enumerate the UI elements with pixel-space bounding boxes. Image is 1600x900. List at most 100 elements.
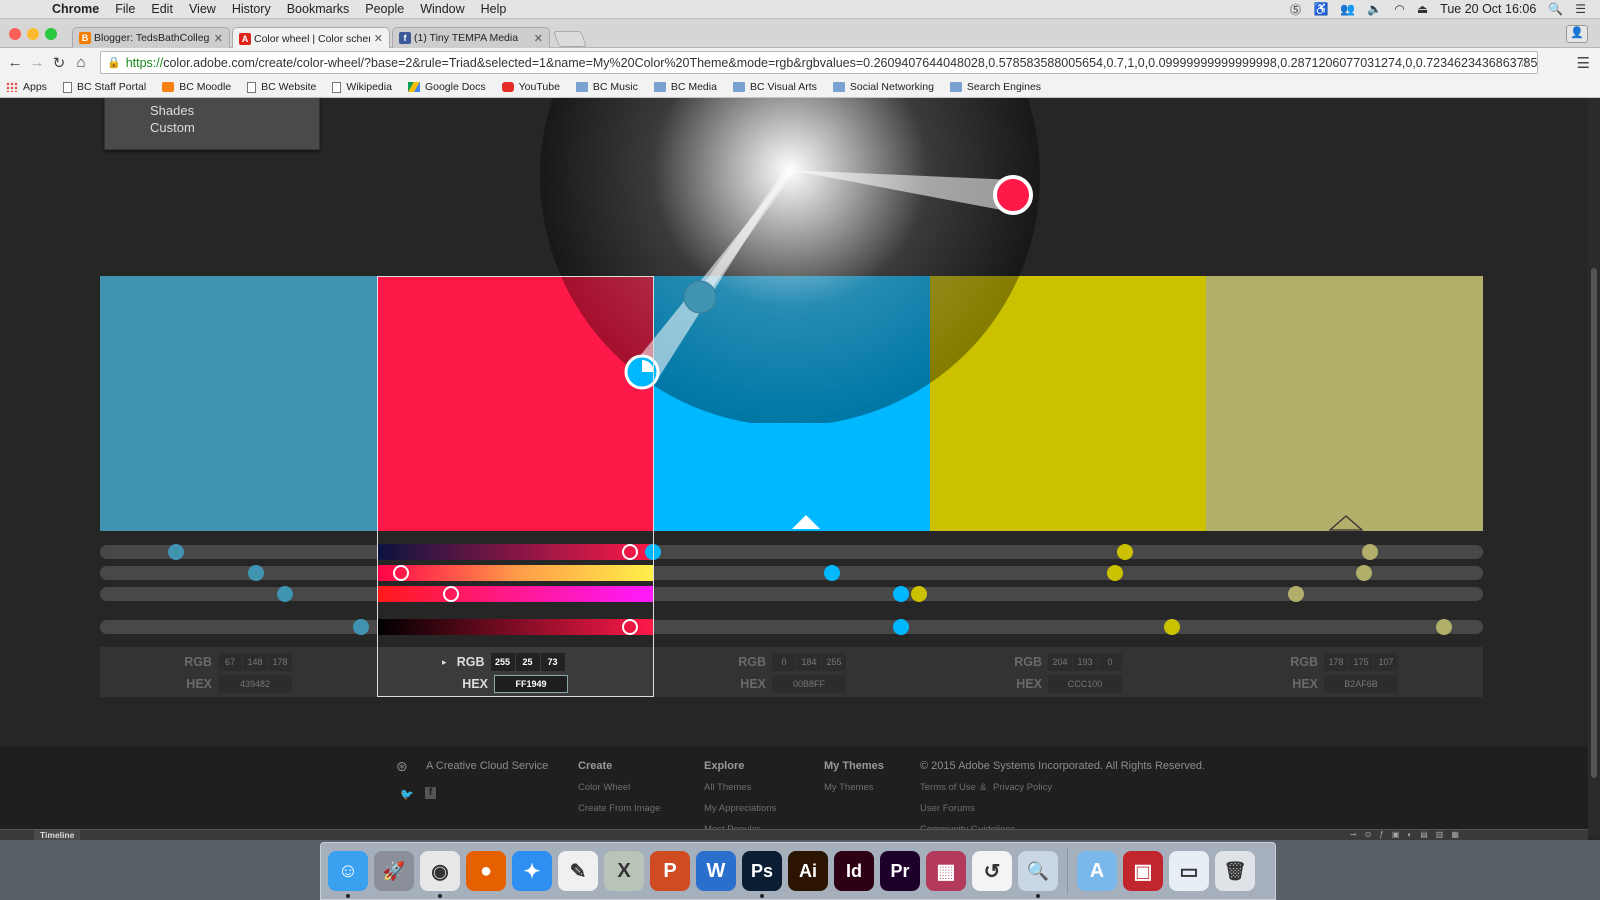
bookmark-apps[interactable]: Apps xyxy=(6,81,47,93)
selected-slider-gradient-3[interactable] xyxy=(378,586,653,602)
safari-icon[interactable]: ✦ xyxy=(512,851,552,891)
menu-window[interactable]: Window xyxy=(412,2,472,16)
rgb-value-input[interactable]: 255 xyxy=(490,653,515,671)
status-icon-1[interactable]: ⓹ xyxy=(1289,1,1301,18)
rgb-value-input[interactable]: 107 xyxy=(1374,653,1398,671)
back-icon[interactable]: ← xyxy=(4,54,26,71)
footer-link-my-themes[interactable]: My Themes xyxy=(824,782,873,793)
rule-option-custom[interactable]: Custom xyxy=(150,119,319,136)
menu-app-name[interactable]: Chrome xyxy=(44,2,107,16)
expand-arrow-icon[interactable]: ▸ xyxy=(442,657,447,668)
slider-knob[interactable] xyxy=(892,586,909,602)
color-swatch-1[interactable] xyxy=(100,276,378,531)
rgb-value-input[interactable]: 25 xyxy=(515,653,540,671)
wifi-icon[interactable]: ◠ xyxy=(1394,2,1404,16)
bookmark-social-networking[interactable]: Social Networking xyxy=(832,81,934,93)
rgb-value-input[interactable]: 0 xyxy=(1098,653,1122,671)
launchpad-icon[interactable]: 🚀 xyxy=(374,851,414,891)
rgb-value-input[interactable]: 255 xyxy=(822,653,846,671)
facebook-icon[interactable]: f xyxy=(425,787,436,799)
photoshop-icon[interactable]: Ps xyxy=(742,851,782,898)
footer-link-my-appreciations[interactable]: My Appreciations xyxy=(704,803,776,814)
menu-view[interactable]: View xyxy=(181,2,224,16)
selected-slider-gradient-4[interactable] xyxy=(378,619,653,635)
bookmark-bc-website[interactable]: BC Website xyxy=(247,81,316,93)
reload-icon[interactable]: ↻ xyxy=(48,54,70,72)
rgb-value-input[interactable]: 73 xyxy=(540,653,565,671)
hex-value-input[interactable]: B2AF6B xyxy=(1324,675,1398,693)
menu-help[interactable]: Help xyxy=(473,2,515,16)
trash-icon[interactable]: 🗑 xyxy=(1215,851,1255,891)
rule-option-shades[interactable]: Shades xyxy=(150,102,319,119)
rgb-value-input[interactable]: 148 xyxy=(243,653,267,671)
preview-icon[interactable]: 🔍 xyxy=(1018,851,1058,898)
volume-icon[interactable]: 🔈 xyxy=(1367,2,1382,16)
rgb-value-input[interactable]: 204 xyxy=(1048,653,1072,671)
footer-link-create-from-image[interactable]: Create From Image xyxy=(578,803,660,814)
slider-knob[interactable] xyxy=(910,586,927,602)
slider-track-1[interactable] xyxy=(100,545,1483,559)
illustrator-icon[interactable]: Ai xyxy=(788,851,828,891)
rgb-value-input[interactable]: 193 xyxy=(1073,653,1097,671)
textedit-icon[interactable]: ✎ xyxy=(558,851,598,891)
footer-link-color-wheel[interactable]: Color Wheel xyxy=(578,782,630,793)
menu-history[interactable]: History xyxy=(224,2,279,16)
handle-selected-red[interactable] xyxy=(993,175,1033,215)
clock[interactable]: Tue 20 Oct 16:06 xyxy=(1440,2,1536,16)
excel-icon[interactable]: X xyxy=(604,851,644,891)
rgb-value-input[interactable]: 184 xyxy=(797,653,821,671)
selected-slider-gradient-1[interactable] xyxy=(378,544,653,560)
parental-icon[interactable]: 👥 xyxy=(1340,2,1355,16)
slider-knob[interactable] xyxy=(1163,619,1180,635)
rgb-value-input[interactable]: 178 xyxy=(268,653,292,671)
footer-link-all-themes[interactable]: All Themes xyxy=(704,782,751,793)
handle-teal[interactable] xyxy=(683,280,717,314)
close-window-icon[interactable] xyxy=(9,28,21,40)
slider-track-4[interactable] xyxy=(100,620,1483,634)
minimize-window-icon[interactable] xyxy=(27,28,39,40)
slider-knob[interactable] xyxy=(168,544,185,560)
notification-center-icon[interactable]: ☰ xyxy=(1575,2,1586,16)
bookmark-bc-moodle[interactable]: BC Moodle xyxy=(162,81,231,93)
powerpoint-icon[interactable]: P xyxy=(650,851,690,891)
slider-track-3[interactable] xyxy=(100,587,1483,601)
firefox-icon[interactable]: ● xyxy=(466,851,506,891)
downloads-stack-icon[interactable]: ▭ xyxy=(1169,851,1209,891)
word-icon[interactable]: W xyxy=(696,851,736,891)
hex-value-input[interactable]: 00B8FF xyxy=(772,675,846,693)
address-bar[interactable]: 🔒 https://color.adobe.com/create/color-w… xyxy=(100,51,1538,74)
footer-link-user-forums[interactable]: User Forums xyxy=(920,803,975,814)
menu-file[interactable]: File xyxy=(107,2,143,16)
bookmark-youtube[interactable]: YouTube xyxy=(501,81,560,93)
timeline-tools-icon[interactable]: ⊸⊙ƒ▣◐▤▥▦ xyxy=(1350,830,1467,839)
rgb-value-input[interactable]: 67 xyxy=(218,653,242,671)
slider-knob[interactable] xyxy=(892,619,909,635)
slider-knob[interactable] xyxy=(1361,544,1378,560)
photo-booth-icon[interactable]: ▦ xyxy=(926,851,966,891)
tab-color-wheel[interactable]: A Color wheel | Color schem ✕ xyxy=(232,27,390,49)
bookmark-search-engines[interactable]: Search Engines xyxy=(949,81,1041,93)
indesign-icon[interactable]: Id xyxy=(834,851,874,891)
rgb-value-input[interactable]: 178 xyxy=(1324,653,1348,671)
upload-app-icon[interactable]: ↺ xyxy=(972,851,1012,891)
hex-value-input[interactable]: 439482 xyxy=(218,675,292,693)
bookmark-bc-visual-arts[interactable]: BC Visual Arts xyxy=(732,81,817,93)
color-swatch-5[interactable] xyxy=(1206,276,1483,531)
new-tab-button[interactable] xyxy=(553,31,587,47)
slider-knob[interactable] xyxy=(1356,565,1373,581)
hex-value-input[interactable]: FF1949 xyxy=(494,675,568,693)
color-wheel[interactable] xyxy=(540,98,1040,423)
footer-link-terms[interactable]: Terms of Use xyxy=(920,782,976,793)
menu-people[interactable]: People xyxy=(357,2,412,16)
hex-value-input[interactable]: CCC100 xyxy=(1048,675,1122,693)
bookmark-bc-music[interactable]: BC Music xyxy=(575,81,638,93)
selected-slider-gradient-2[interactable] xyxy=(378,565,653,581)
scrollbar-thumb[interactable] xyxy=(1591,268,1597,778)
bookmark-google-docs[interactable]: Google Docs xyxy=(407,81,486,93)
tab-facebook[interactable]: f (1) Tiny TEMPA Media ✕ xyxy=(392,27,550,48)
spotlight-icon[interactable]: 🔍 xyxy=(1548,2,1563,16)
home-icon[interactable]: ⌂ xyxy=(70,54,92,71)
menu-edit[interactable]: Edit xyxy=(143,2,181,16)
chrome-menu-icon[interactable]: ☰ xyxy=(1577,54,1590,72)
tab-close-icon[interactable]: ✕ xyxy=(534,32,543,45)
